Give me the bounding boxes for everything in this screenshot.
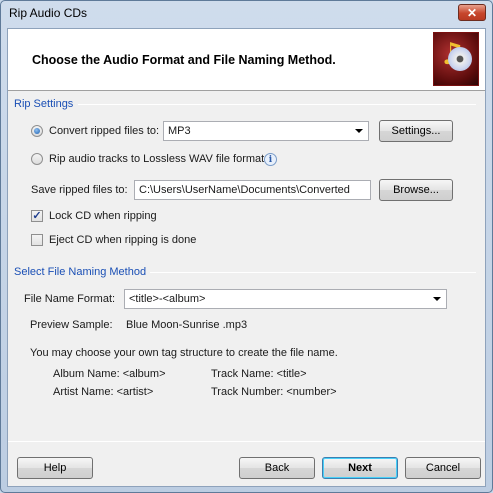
- footer-divider: [8, 441, 485, 442]
- cancel-button[interactable]: Cancel: [405, 457, 481, 479]
- title-bar[interactable]: Rip Audio CDs ✕: [1, 1, 492, 25]
- format-select[interactable]: MP3: [163, 121, 369, 141]
- track-number-tag: Track Number: <number>: [211, 386, 337, 398]
- format-select-value: MP3: [168, 125, 191, 137]
- preview-value: Blue Moon-Sunrise .mp3: [126, 319, 248, 331]
- save-path-field[interactable]: C:\Users\UserName\Documents\Converted: [134, 180, 371, 200]
- settings-button[interactable]: Settings...: [379, 120, 453, 142]
- file-name-format-label: File Name Format:: [24, 293, 116, 305]
- album-tag: Album Name: <album>: [53, 368, 166, 380]
- next-button[interactable]: Next: [322, 457, 398, 479]
- chevron-down-icon: [355, 129, 363, 133]
- dialog-client-area: Choose the Audio Format and File Naming …: [7, 28, 486, 487]
- naming-hint: You may choose your own tag structure to…: [30, 347, 338, 359]
- info-icon[interactable]: i: [264, 153, 277, 166]
- rip-settings-divider: [78, 104, 476, 105]
- save-label: Save ripped files to:: [31, 184, 128, 196]
- rip-audio-cds-window: Rip Audio CDs ✕ Choose the Audio Format …: [0, 0, 493, 493]
- music-cd-icon: ♫: [433, 32, 479, 86]
- rip-settings-heading: Rip Settings: [14, 98, 78, 110]
- chevron-down-icon: [433, 297, 441, 301]
- naming-divider: [148, 272, 476, 273]
- convert-radio[interactable]: [31, 125, 43, 137]
- help-button[interactable]: Help: [17, 457, 93, 479]
- back-button[interactable]: Back: [239, 457, 315, 479]
- artist-tag: Artist Name: <artist>: [53, 386, 154, 398]
- eject-cd-checkbox[interactable]: [31, 234, 43, 246]
- eject-cd-label[interactable]: Eject CD when ripping is done: [49, 234, 196, 246]
- lossless-label[interactable]: Rip audio tracks to Lossless WAV file fo…: [49, 153, 264, 165]
- window-title: Rip Audio CDs: [9, 6, 88, 20]
- lock-cd-label[interactable]: Lock CD when ripping: [49, 210, 157, 222]
- track-name-tag: Track Name: <title>: [211, 368, 307, 380]
- convert-label[interactable]: Convert ripped files to:: [49, 125, 159, 137]
- naming-heading: Select File Naming Method: [14, 266, 151, 278]
- lock-cd-checkbox[interactable]: ✓: [31, 210, 43, 222]
- page-title: Choose the Audio Format and File Naming …: [32, 53, 336, 67]
- browse-button[interactable]: Browse...: [379, 179, 453, 201]
- close-button[interactable]: ✕: [458, 4, 486, 21]
- close-icon: ✕: [466, 5, 478, 20]
- lossless-radio[interactable]: [31, 153, 43, 165]
- file-name-format-select[interactable]: <title>-<album>: [124, 289, 447, 309]
- wizard-header: Choose the Audio Format and File Naming …: [8, 29, 485, 91]
- preview-label: Preview Sample:: [30, 319, 113, 331]
- file-name-format-value: <title>-<album>: [129, 293, 206, 305]
